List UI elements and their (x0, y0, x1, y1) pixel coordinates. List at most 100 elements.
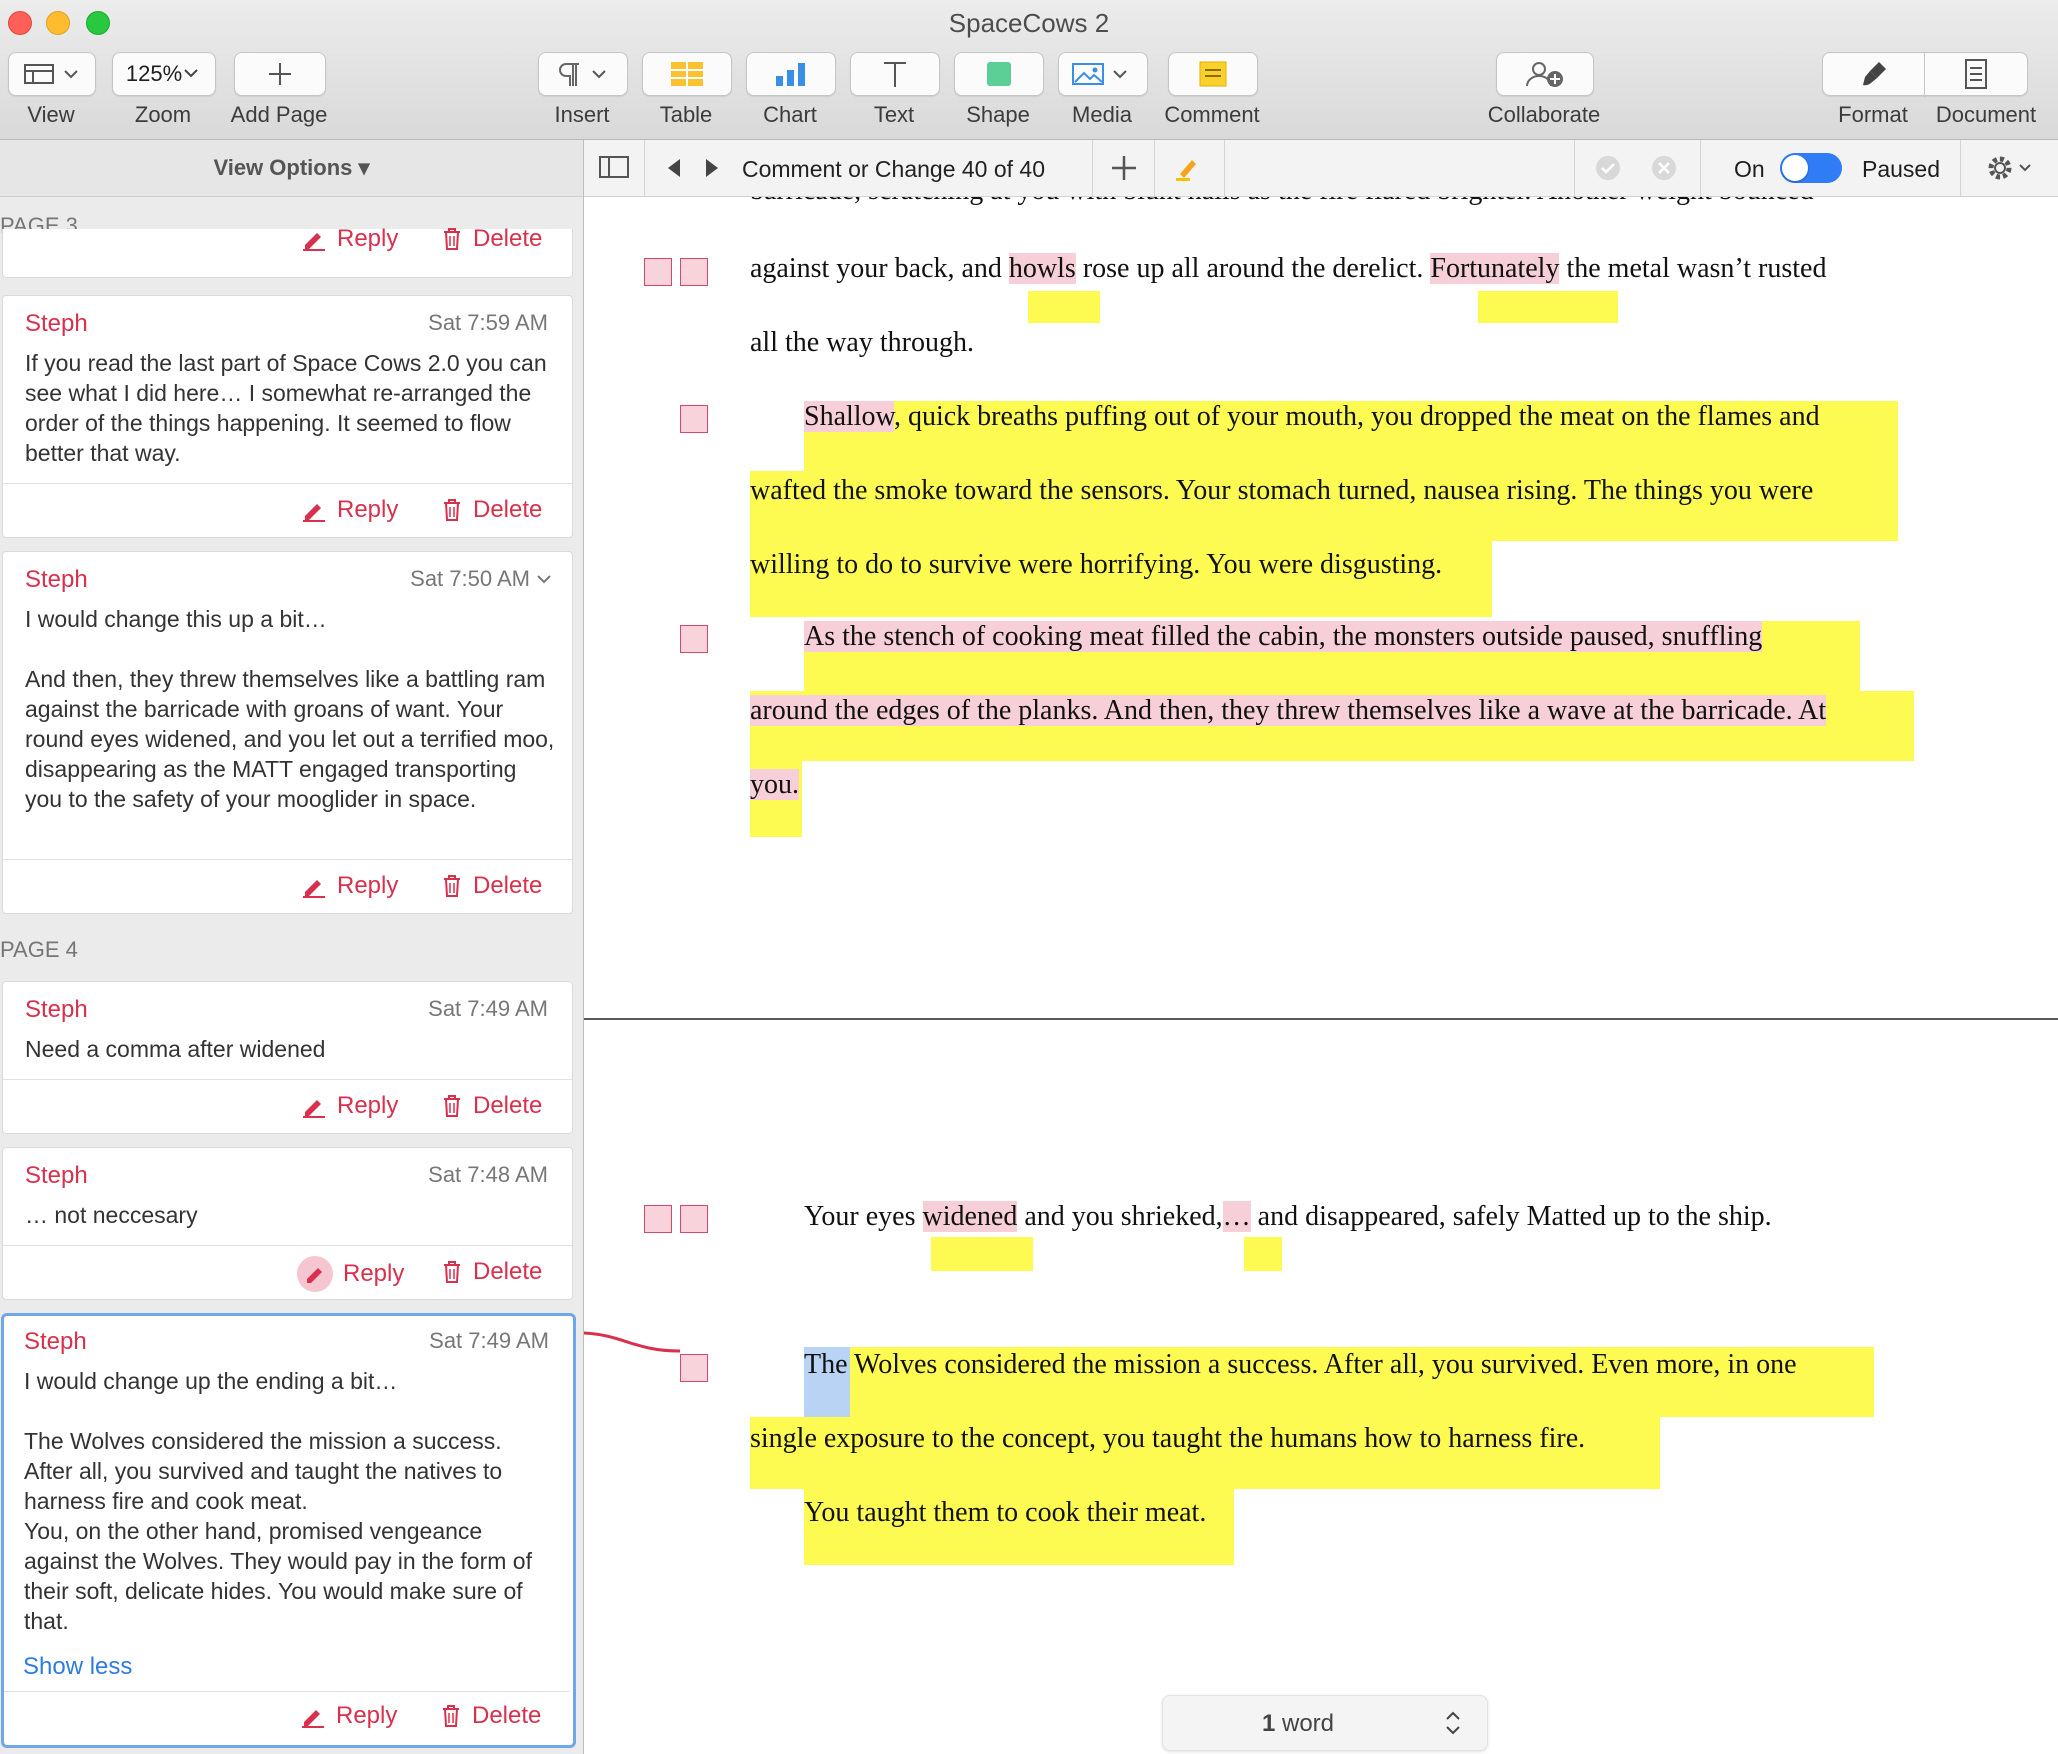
comment-marker[interactable] (680, 405, 708, 433)
comment-actions: Reply Delete (3, 1079, 572, 1134)
reply-button[interactable]: Reply (301, 496, 398, 524)
reject-change-icon[interactable] (1650, 154, 1678, 182)
delete-button[interactable]: Delete (441, 225, 542, 253)
text-button[interactable] (850, 52, 940, 96)
word-count-control[interactable]: 1 word (1162, 1695, 1488, 1751)
pencil-icon (303, 233, 325, 251)
delete-label: Delete (473, 1092, 543, 1119)
add-page-button[interactable] (234, 52, 326, 96)
page-break (584, 1018, 2058, 1020)
trash-icon (443, 1705, 459, 1727)
word-count-value: 1 (1261, 1710, 1276, 1737)
document-canvas: barricade, scratching at you with blunt … (584, 197, 2058, 1754)
reply-button[interactable]: Reply (301, 225, 398, 253)
comment-marker[interactable] (644, 1205, 672, 1233)
document-text-line: Your eyes widened and you shrieked,… and… (804, 1201, 1772, 1233)
text-run: rose up all around the derelict. (1075, 253, 1431, 284)
chevron-up-down-icon (1446, 1711, 1460, 1735)
reply-button[interactable]: Reply (301, 872, 398, 900)
collaborate-label: Collaborate (1487, 102, 1601, 127)
shape-label: Shape (966, 102, 1030, 127)
delete-button[interactable]: Delete (441, 872, 542, 900)
paintbrush-icon (1863, 62, 1886, 86)
comment-time: Sat 7:49 AM (428, 996, 548, 1021)
collaborate-button[interactable] (1496, 52, 1594, 96)
comment-time: Sat 7:59 AM (428, 310, 548, 335)
table-button[interactable] (642, 52, 732, 96)
table-label: Table (659, 102, 713, 127)
highlighted-word[interactable]: Fortunately (1430, 253, 1560, 284)
comment-marker[interactable] (680, 625, 708, 653)
text-run: the metal wasn’t rusted (1559, 253, 1827, 284)
reply-label: Reply (337, 496, 399, 523)
view-options-button[interactable]: View Options ▾ (0, 155, 583, 181)
paragraph-icon (559, 63, 606, 86)
comment-card[interactable]: Steph Sat 7:48 AM … not neccesary Reply … (2, 1147, 573, 1300)
delete-button[interactable]: Delete (440, 1702, 541, 1730)
comment-card[interactable]: Steph Sat 7:59 AM If you read the last p… (2, 295, 573, 538)
trash-icon (444, 875, 460, 897)
text-run: Wolves considered the mission a success.… (847, 1349, 1797, 1380)
document-button[interactable] (1924, 52, 2028, 96)
format-button[interactable] (1822, 52, 1926, 96)
track-changes-toggle[interactable] (1780, 153, 1842, 183)
next-comment-icon[interactable] (702, 157, 722, 179)
highlighted-word[interactable]: howls (1008, 253, 1076, 284)
comment-marker[interactable] (644, 258, 672, 286)
comment-text: I would change this up a bit… And then, … (25, 606, 555, 812)
delete-button[interactable]: Delete (441, 496, 542, 524)
selected-word[interactable]: The (804, 1349, 848, 1380)
delete-button[interactable]: Delete (441, 1092, 542, 1120)
show-less-link[interactable]: Show less (23, 1653, 132, 1681)
comment-time: Sat 7:49 AM (429, 1328, 549, 1353)
word-count-unit: word (1282, 1710, 1335, 1737)
page-4-label: PAGE 4 (0, 937, 78, 962)
reply-button[interactable]: Reply (301, 1092, 398, 1120)
plus-icon (269, 63, 291, 85)
comment-card[interactable]: Steph Sat 7:49 AM Need a comma after wid… (2, 981, 573, 1134)
comment-marker[interactable] (680, 1205, 708, 1233)
insert-button[interactable] (538, 52, 628, 96)
chart-button[interactable] (746, 52, 836, 96)
comment-button[interactable] (1168, 52, 1258, 96)
reply-label: Reply (343, 1260, 405, 1287)
previous-comment-icon[interactable] (664, 157, 684, 179)
comment-actions: Reply Delete (3, 859, 572, 914)
comment-card-clipped: Reply Delete (2, 225, 573, 278)
view-button[interactable] (8, 52, 96, 96)
highlighted-word[interactable]: widened (922, 1201, 1018, 1232)
comment-text: I would change up the ending a bit… The … (24, 1368, 532, 1634)
text-run: Your eyes (804, 1201, 923, 1232)
accept-change-icon[interactable] (1594, 154, 1622, 182)
document-text-line: single exposure to the concept, you taug… (750, 1423, 1586, 1454)
media-button[interactable] (1058, 52, 1148, 96)
zoom-select[interactable]: 125% (112, 52, 216, 96)
comment-card-selected[interactable]: Steph Sat 7:49 AM I would change up the … (1, 1313, 576, 1748)
trash-icon (444, 499, 460, 521)
text-run: against your back, and (750, 253, 1009, 284)
comment-text: … not neccesary (25, 1202, 198, 1228)
chevron-down-icon[interactable] (536, 573, 552, 585)
highlighted-word[interactable]: Shallow (804, 401, 894, 432)
reply-label: Reply (337, 872, 399, 899)
comment-actions: Reply Delete (4, 1691, 570, 1746)
highlight-pen-icon[interactable] (1172, 154, 1200, 182)
comment-marker[interactable] (680, 258, 708, 286)
delete-button[interactable]: Delete (441, 1258, 542, 1286)
add-comment-icon[interactable] (1110, 154, 1138, 182)
comment-author: Steph (25, 566, 88, 593)
document-text-line: Shallow, quick breaths puffing out of yo… (804, 401, 1820, 433)
reply-button[interactable]: Reply (300, 1702, 397, 1730)
pencil-icon (303, 1100, 325, 1118)
sidebar-view-icon (24, 64, 78, 84)
text-box-icon (884, 62, 906, 87)
toggle-sidebar-icon[interactable] (598, 154, 630, 180)
media-label: Media (1072, 102, 1132, 127)
comment-marker-selected[interactable] (680, 1354, 708, 1382)
comment-card[interactable]: Steph Sat 7:50 AM I would change this up… (2, 551, 573, 914)
comment-actions: Reply Delete (3, 483, 572, 538)
reply-button[interactable]: Reply (297, 1256, 404, 1292)
highlighted-word[interactable]: … (1222, 1201, 1251, 1232)
shape-button[interactable] (954, 52, 1044, 96)
gear-icon[interactable] (1984, 152, 2038, 184)
